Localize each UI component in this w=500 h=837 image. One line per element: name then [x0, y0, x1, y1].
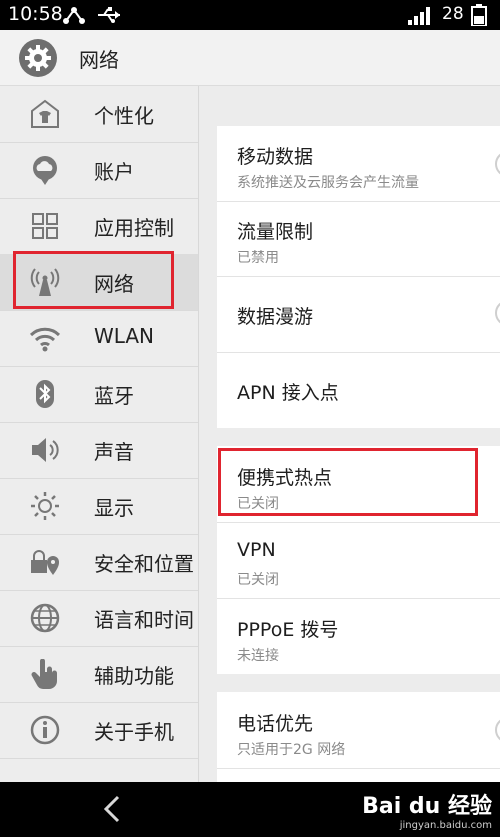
mobile-data-row[interactable]: 移动数据 系统推送及云服务会产生流量	[217, 126, 500, 202]
call-priority-toggle[interactable]	[495, 717, 500, 743]
status-time: 10:58	[8, 3, 63, 25]
title-bar: 网络	[0, 30, 500, 86]
usb-icon	[98, 7, 120, 23]
traffic-limit-title: 流量限制	[237, 221, 314, 243]
call-priority-subtitle: 只适用于2G 网络	[237, 742, 346, 758]
watermark-url: jingyan.baidu.com	[399, 820, 492, 831]
info-icon	[30, 715, 60, 745]
vpn-title: VPN	[237, 539, 276, 561]
apn-title: APN 接入点	[237, 382, 339, 404]
traffic-limit-subtitle: 已禁用	[237, 250, 279, 266]
status-bar: 10:58 28	[0, 0, 500, 30]
cloud-chat-icon	[33, 156, 57, 185]
bluetooth-icon	[36, 380, 54, 408]
back-arrow-icon[interactable]	[100, 794, 124, 824]
vpn-row[interactable]: VPN 已关闭	[217, 522, 500, 599]
share-icon	[63, 7, 85, 24]
sidebar-item-security-location[interactable]: 安全和位置	[0, 534, 198, 591]
sidebar-item-label: 账户	[94, 160, 134, 184]
globe-icon	[30, 603, 60, 633]
settings-gear-icon[interactable]	[19, 39, 57, 77]
wifi-icon	[29, 327, 61, 352]
page-title: 网络	[79, 48, 119, 72]
hotspot-highlight-box	[218, 448, 478, 516]
vpn-subtitle: 已关闭	[237, 572, 279, 588]
grid-icon	[32, 213, 58, 239]
sidebar-item-sound[interactable]: 声音	[0, 422, 198, 479]
mobile-network-card: 移动数据 系统推送及云服务会产生流量 流量限制 已禁用 数据漫游 APN 接入点	[217, 126, 500, 428]
speaker-icon	[32, 438, 59, 462]
pppoe-title: PPPoE 拨号	[237, 619, 339, 641]
sidebar-item-label: 显示	[94, 496, 134, 520]
data-roaming-toggle[interactable]	[495, 300, 500, 326]
call-priority-card: 电话优先 只适用于2G 网络	[217, 692, 500, 782]
battery-icon	[471, 4, 487, 26]
watermark-brand: Bai du 经验	[362, 794, 492, 819]
sidebar-item-language-time[interactable]: 语言和时间	[0, 590, 198, 647]
sidebar-item-label: 语言和时间	[94, 608, 194, 632]
sidebar-item-accessibility[interactable]: 辅助功能	[0, 646, 198, 703]
watermark: Bai du 经验 jingyan.baidu.com	[362, 788, 492, 831]
traffic-limit-row[interactable]: 流量限制 已禁用	[217, 201, 500, 277]
network-settings-panel: 移动数据 系统推送及云服务会产生流量 流量限制 已禁用 数据漫游 APN 接入点…	[199, 86, 500, 782]
mobile-data-subtitle: 系统推送及云服务会产生流量	[237, 175, 419, 191]
sidebar-item-label: 声音	[94, 440, 134, 464]
signal-icon	[408, 7, 430, 25]
sidebar-item-bluetooth[interactable]: 蓝牙	[0, 366, 198, 423]
sidebar-item-display[interactable]: 显示	[0, 478, 198, 535]
sidebar-item-about-phone[interactable]: 关于手机	[0, 702, 198, 759]
call-priority-title: 电话优先	[237, 713, 314, 735]
network-highlight-box	[13, 251, 174, 309]
sidebar-item-wlan[interactable]: WLAN	[0, 310, 198, 367]
mobile-data-toggle[interactable]	[495, 151, 500, 177]
sidebar-item-label: 个性化	[94, 104, 154, 128]
sidebar-item-account[interactable]: 账户	[0, 142, 198, 199]
lock-location-icon	[31, 550, 59, 575]
sidebar-item-label: WLAN	[94, 324, 155, 348]
pppoe-subtitle: 未连接	[237, 648, 279, 664]
data-roaming-row[interactable]: 数据漫游	[217, 276, 500, 353]
shirt-icon	[31, 99, 59, 128]
navigation-bar: Bai du 经验 jingyan.baidu.com	[0, 782, 500, 837]
pppoe-row[interactable]: PPPoE 拨号 未连接	[217, 598, 500, 674]
battery-level: 28	[442, 4, 464, 24]
sidebar-item-label: 应用控制	[94, 216, 174, 240]
brightness-icon	[31, 492, 59, 520]
sidebar-item-label: 辅助功能	[94, 664, 174, 688]
call-priority-row[interactable]: 电话优先 只适用于2G 网络	[217, 692, 500, 769]
sidebar-item-label: 关于手机	[94, 720, 174, 744]
sidebar: 个性化 账户 应用控制 网络 WLAN 蓝牙 声音 显示 安全和位置 语言和时间…	[0, 86, 199, 782]
apn-row[interactable]: APN 接入点	[217, 352, 500, 428]
data-roaming-title: 数据漫游	[237, 306, 314, 328]
hand-icon	[31, 659, 57, 689]
sidebar-item-label: 蓝牙	[94, 384, 134, 408]
sidebar-item-label: 安全和位置	[94, 552, 194, 576]
sidebar-item-app-control[interactable]: 应用控制	[0, 198, 198, 255]
sidebar-item-personalize[interactable]: 个性化	[0, 86, 198, 143]
mobile-data-title: 移动数据	[237, 146, 314, 168]
